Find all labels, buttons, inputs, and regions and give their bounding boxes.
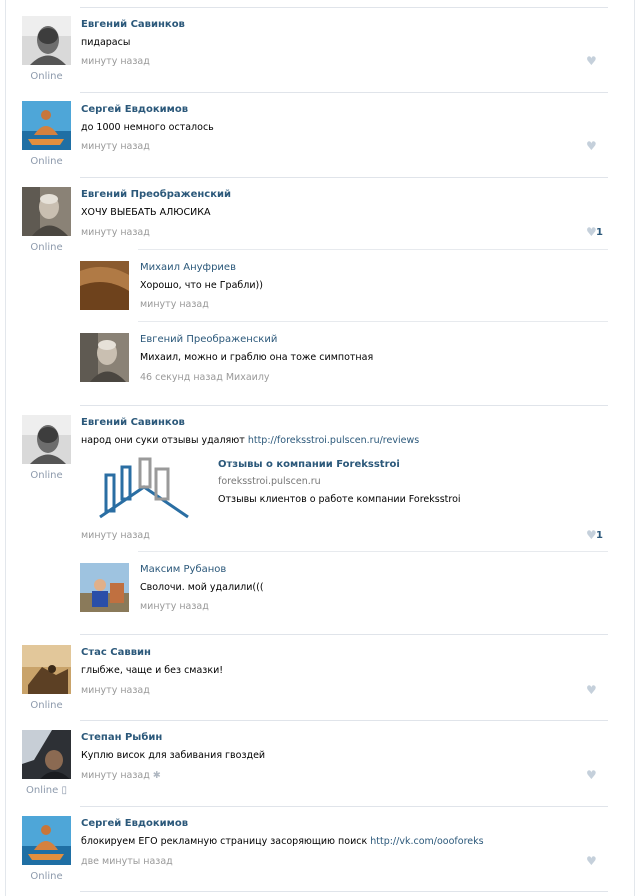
timestamp[interactable]: минуту назад [81,141,150,152]
right-border [634,0,635,896]
avatar[interactable] [22,101,71,150]
online-status: Online [30,700,63,711]
timestamp[interactable]: минуту назад [81,530,150,541]
online-status: Online [30,470,63,481]
avatar[interactable] [22,187,71,236]
reply-text: Хорошо, что не Грабли)) [140,280,263,291]
avatar[interactable] [80,333,129,382]
timestamp[interactable]: две минуты назад [81,856,173,867]
divider [80,177,608,178]
avatar[interactable] [22,16,71,65]
timestamp[interactable]: минуту назад [81,56,150,67]
reply-divider [138,249,608,250]
reply-author-name[interactable]: Евгений Преображенский [140,334,277,345]
author-name[interactable]: Стас Саввин [81,647,151,658]
reply-timestamp[interactable]: минуту назад [140,299,209,310]
like-count: 1 [596,227,603,238]
online-status: Online [30,71,63,82]
heart-icon[interactable]: ♥ [586,683,597,697]
online-status: Online [30,156,63,167]
author-name[interactable]: Евгений Савинков [81,417,185,428]
timestamp[interactable]: минуту назад ✱ [81,770,161,781]
heart-icon[interactable]: ♥ [586,139,597,153]
android-icon: ✱ [152,770,161,781]
heart-icon[interactable]: ♥ [586,768,597,782]
online-status: Online ▯ [26,785,67,796]
reply-author-name[interactable]: Михаил Ануфриев [140,262,236,273]
comment-link[interactable]: http://foreksstroi.pulscen.ru/reviews [248,435,419,446]
online-status: Online [30,242,63,253]
divider [80,92,608,93]
divider [80,7,608,8]
timestamp[interactable]: минуту назад [81,227,150,238]
reply-timestamp[interactable]: 46 секунд назад Михаилу [140,372,270,383]
comment-text: ХОЧУ ВЫЕБАТЬ АЛЮСИКА [81,207,211,218]
comment-text: глыбже, чаще и без смазки! [81,665,224,676]
snippet-domain[interactable]: foreksstroi.pulscen.ru [218,476,321,487]
avatar[interactable] [22,645,71,694]
avatar[interactable] [22,816,71,865]
comment-text: блокируем ЕГО рекламную страницу засоряю… [81,836,484,847]
comment-text: пидарасы [81,37,131,48]
avatar[interactable] [80,261,129,310]
author-name[interactable]: Сергей Евдокимов [81,818,188,829]
divider [80,405,608,406]
snippet-title[interactable]: Отзывы о компании Foreksstroi [218,459,400,470]
left-border [5,0,6,896]
reply-timestamp[interactable]: минуту назад [140,601,209,612]
comment-text: Куплю висок для забивания гвоздей [81,750,266,761]
author-name[interactable]: Степан Рыбин [81,732,162,743]
comment-text: народ они суки отзывы удаляют http://for… [81,435,420,446]
comment-text: до 1000 немного осталось [81,122,214,133]
heart-icon[interactable]: ♥ [586,854,597,868]
author-name[interactable]: Евгений Преображенский [81,189,231,200]
online-status: Online [30,871,63,882]
divider [80,891,608,892]
company-logo[interactable] [96,457,192,521]
divider [80,720,608,721]
mobile-icon: ▯ [61,785,67,796]
reply-author-name[interactable]: Максим Рубанов [140,564,226,575]
comment-link[interactable]: http://vk.com/oooforeks [370,836,483,847]
author-name[interactable]: Евгений Савинков [81,19,185,30]
reply-divider [138,551,608,552]
author-name[interactable]: Сергей Евдокимов [81,104,188,115]
like-count: 1 [596,530,603,541]
divider [80,634,608,635]
timestamp[interactable]: минуту назад [81,685,150,696]
avatar[interactable] [80,563,129,612]
reply-text: Михаил, можно и граблю она тоже симпотна… [140,352,374,363]
avatar[interactable] [22,730,71,779]
heart-icon[interactable]: ♥ [586,54,597,68]
divider [80,806,608,807]
reply-text: Сволочи. мой удалили((( [140,582,264,593]
avatar[interactable] [22,415,71,464]
reply-divider [138,321,608,322]
snippet-description: Отзывы клиентов о работе компании Foreks… [218,494,461,505]
